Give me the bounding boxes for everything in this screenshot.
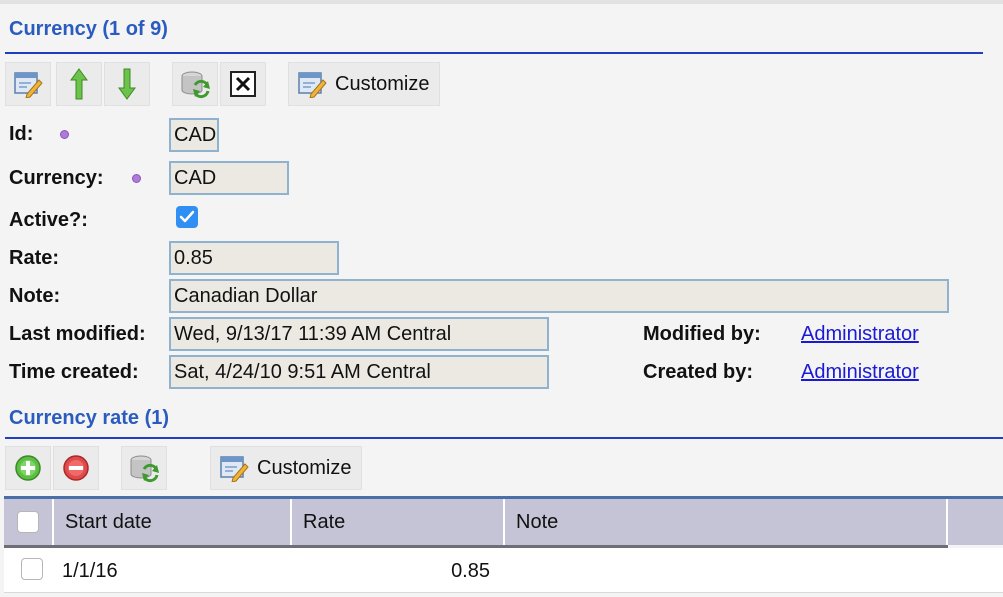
currency-rate-section-title: Currency rate (1) [9, 407, 170, 429]
customize-button[interactable]: Customize [288, 62, 440, 106]
column-header-rate[interactable]: Rate [292, 499, 505, 545]
checkmark-icon [179, 210, 195, 223]
last-modified-field: Wed, 9/13/17 11:39 AM Central [169, 317, 549, 351]
active-checkbox[interactable] [176, 206, 198, 228]
id-field[interactable]: CAD [169, 118, 219, 152]
required-indicator [60, 130, 69, 139]
currency-field[interactable]: CAD [169, 161, 289, 195]
id-label: Id: [9, 123, 34, 145]
customize-icon [298, 72, 327, 98]
table-row[interactable]: 1/1/16 0.85 [4, 548, 1003, 593]
edit-button[interactable] [5, 62, 51, 106]
created-by-link[interactable]: Administrator [801, 361, 919, 384]
column-header-note[interactable]: Note [505, 499, 948, 545]
refresh-icon [181, 71, 210, 99]
top-strip [0, 0, 1003, 4]
grid-header: Start date Rate Note [4, 499, 1003, 545]
row-rate: 0.85 [451, 560, 490, 582]
created-by-label: Created by: [643, 361, 754, 383]
refresh-rates-button[interactable] [121, 446, 167, 490]
refresh-button[interactable] [172, 62, 218, 106]
currency-title-rule [5, 52, 983, 54]
last-modified-label: Last modified: [9, 323, 146, 345]
add-rate-button[interactable] [5, 446, 51, 490]
close-box-icon [230, 71, 256, 97]
note-label: Note: [9, 285, 61, 307]
remove-circle-icon [63, 455, 89, 481]
select-all-checkbox[interactable] [17, 511, 39, 533]
close-button[interactable] [220, 62, 266, 106]
remove-rate-button[interactable] [53, 446, 99, 490]
modified-by-link[interactable]: Administrator [801, 323, 919, 346]
time-created-label: Time created: [9, 361, 139, 383]
edit-form-icon [14, 72, 43, 98]
arrow-up-icon [70, 68, 88, 100]
arrow-down-icon [118, 68, 136, 100]
required-indicator [132, 174, 141, 183]
row-start-date: 1/1/16 [62, 560, 118, 582]
note-field[interactable]: Canadian Dollar [169, 279, 949, 313]
customize-icon [220, 456, 249, 482]
column-header-start-date[interactable]: Start date [54, 499, 292, 545]
row-checkbox[interactable] [21, 558, 43, 580]
currency-rate-title-rule [5, 437, 1003, 439]
move-down-button[interactable] [104, 62, 150, 106]
customize-label: Customize [335, 72, 430, 95]
currency-rate-grid: Start date Rate Note 1/1/16 0.85 [4, 496, 1003, 597]
modified-by-label: Modified by: [643, 323, 761, 345]
rate-label: Rate: [9, 247, 60, 269]
move-up-button[interactable] [56, 62, 102, 106]
refresh-icon [130, 455, 159, 483]
currency-section-title: Currency (1 of 9) [9, 18, 168, 40]
add-circle-icon [15, 455, 41, 481]
currency-label: Currency: [9, 167, 104, 189]
customize-label: Customize [257, 456, 352, 479]
customize-rates-button[interactable]: Customize [210, 446, 362, 490]
time-created-field: Sat, 4/24/10 9:51 AM Central [169, 355, 549, 389]
rate-field[interactable]: 0.85 [169, 241, 339, 275]
column-header-filler [948, 499, 1003, 545]
active-label: Active?: [9, 209, 88, 231]
select-all-cell [4, 499, 54, 545]
